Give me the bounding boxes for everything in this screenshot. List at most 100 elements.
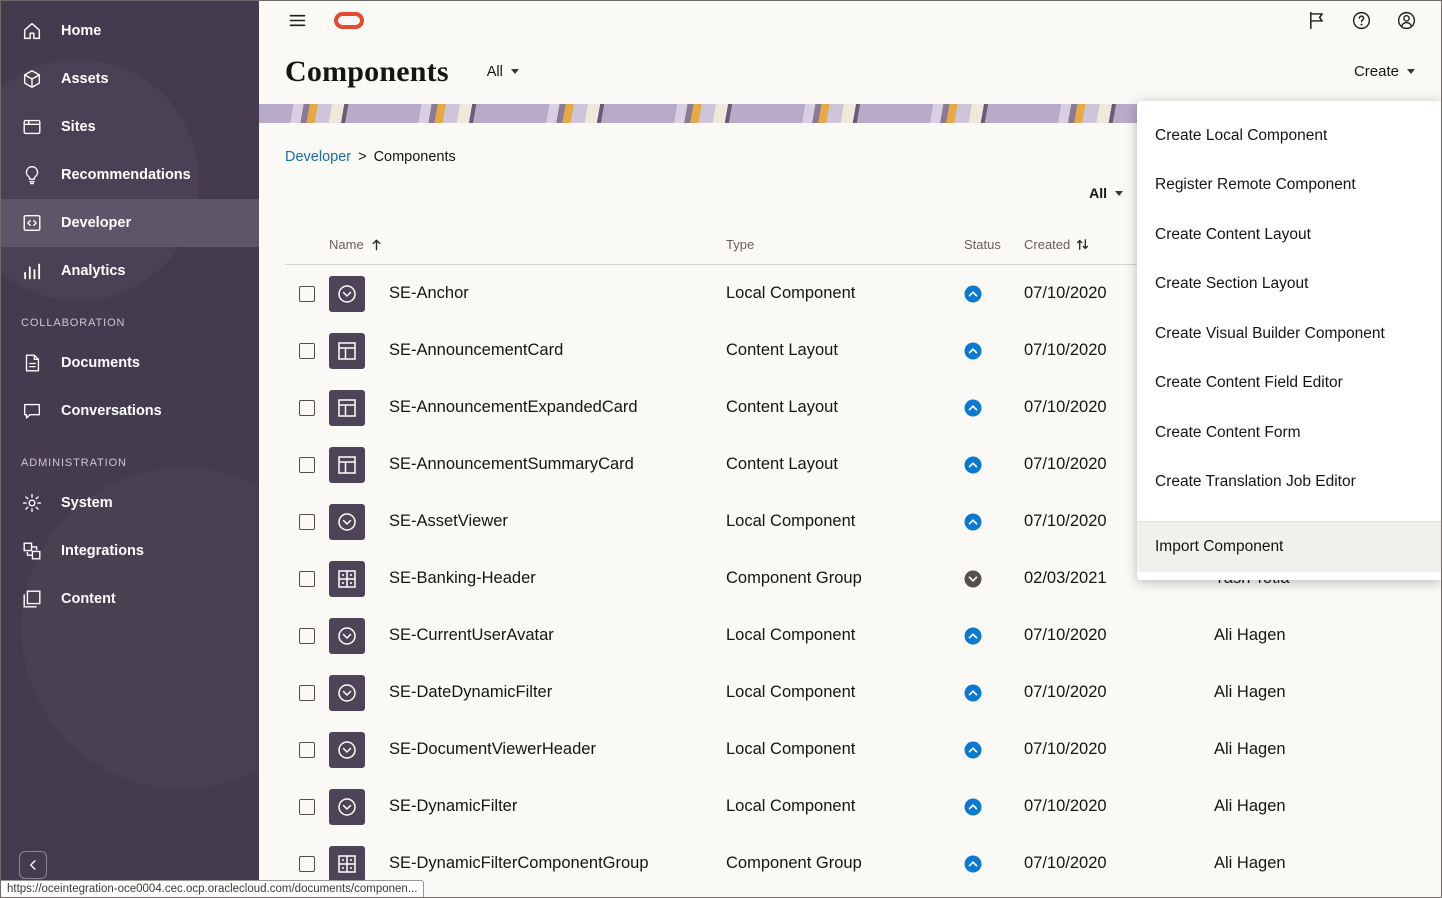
column-header-status[interactable]: Status: [964, 237, 1024, 252]
component-name[interactable]: SE-DateDynamicFilter: [389, 683, 726, 702]
sidebar-item-analytics[interactable]: Analytics: [1, 247, 259, 295]
row-checkbox[interactable]: [299, 285, 315, 302]
hamburger-icon[interactable]: [287, 10, 308, 31]
column-header-type[interactable]: Type: [726, 237, 964, 252]
sidebar-item-home[interactable]: Home: [1, 7, 259, 55]
sidebar-item-sites[interactable]: Sites: [1, 103, 259, 151]
menu-item-create-visual-builder-component[interactable]: Create Visual Builder Component: [1137, 309, 1441, 359]
scope-filter-dropdown[interactable]: All: [487, 64, 519, 80]
sidebar-item-integrations[interactable]: Integrations: [1, 527, 259, 575]
component-name[interactable]: SE-DynamicFilterComponentGroup: [389, 854, 726, 873]
component-type: Content Layout: [726, 455, 838, 473]
breadcrumb-developer-link[interactable]: Developer: [285, 149, 351, 165]
sidebar: Home Assets Sites Recommendations Developer A…: [1, 1, 259, 897]
help-icon[interactable]: [1351, 10, 1372, 31]
row-checkbox[interactable]: [299, 456, 315, 473]
component-name[interactable]: SE-AssetViewer: [389, 512, 726, 531]
menu-item-create-content-layout[interactable]: Create Content Layout: [1137, 210, 1441, 260]
content-layout-icon: [329, 446, 365, 483]
menu-item-create-translation-job-editor[interactable]: Create Translation Job Editor: [1137, 458, 1441, 508]
row-checkbox[interactable]: [299, 684, 315, 701]
component-name[interactable]: SE-DocumentViewerHeader: [389, 740, 726, 759]
sidebar-item-label: Home: [61, 23, 102, 39]
component-group-icon: [329, 845, 365, 882]
menu-item-register-remote-component[interactable]: Register Remote Component: [1137, 161, 1441, 211]
app-window: Home Assets Sites Recommendations Developer A…: [0, 0, 1442, 898]
menu-item-import-component[interactable]: Import Component: [1137, 522, 1441, 572]
documents-icon: [21, 352, 43, 374]
component-type: Local Component: [726, 284, 856, 302]
create-menu-list: Create Local Component Register Remote Co…: [1137, 111, 1441, 507]
component-name[interactable]: SE-DynamicFilter: [389, 797, 726, 816]
table-row[interactable]: SE-DynamicFilterComponentGroup Component …: [285, 835, 1415, 892]
column-name-label: Name: [329, 237, 364, 252]
row-checkbox[interactable]: [299, 570, 315, 587]
component-type: Local Component: [726, 683, 856, 701]
assets-icon: [21, 68, 43, 90]
sidebar-item-developer[interactable]: Developer: [1, 199, 259, 247]
status-down-icon: [964, 570, 982, 588]
list-filter-dropdown[interactable]: All: [1089, 185, 1123, 201]
local-component-icon: [329, 731, 365, 768]
component-name[interactable]: SE-AnnouncementExpandedCard: [389, 398, 726, 417]
column-created-label: Created: [1024, 237, 1071, 252]
table-row[interactable]: SE-DocumentViewerHeader Local Component 07…: [285, 721, 1415, 778]
row-checkbox[interactable]: [299, 399, 315, 416]
sidebar-item-conversations[interactable]: Conversations: [1, 387, 259, 435]
status-up-icon: [964, 855, 982, 873]
conversations-icon: [21, 400, 43, 422]
component-created-by: Ali Hagen: [1214, 626, 1286, 644]
recommendations-icon: [21, 164, 43, 186]
sidebar-item-recommendations[interactable]: Recommendations: [1, 151, 259, 199]
sidebar-item-content[interactable]: Content: [1, 575, 259, 623]
component-created-by: Ali Hagen: [1214, 797, 1286, 815]
component-name[interactable]: SE-CurrentUserAvatar: [389, 626, 726, 645]
sidebar-item-label: Recommendations: [61, 167, 191, 183]
menu-item-create-content-form[interactable]: Create Content Form: [1137, 408, 1441, 458]
sidebar-item-assets[interactable]: Assets: [1, 55, 259, 103]
sidebar-section-label: COLLABORATION: [21, 317, 126, 329]
menu-item-create-section-layout[interactable]: Create Section Layout: [1137, 260, 1441, 310]
chevron-left-icon: [27, 859, 39, 871]
menu-item-create-local-component[interactable]: Create Local Component: [1137, 111, 1441, 161]
sidebar-item-documents[interactable]: Documents: [1, 339, 259, 387]
menu-item-create-content-field-editor[interactable]: Create Content Field Editor: [1137, 359, 1441, 409]
create-button[interactable]: Create: [1354, 63, 1415, 80]
oracle-logo[interactable]: [334, 11, 364, 29]
status-up-icon: [964, 513, 982, 531]
row-checkbox[interactable]: [299, 342, 315, 359]
row-checkbox[interactable]: [299, 513, 315, 530]
topbar: [259, 1, 1441, 39]
page-title: Components: [285, 54, 449, 88]
developer-icon: [21, 212, 43, 234]
breadcrumb-separator: >: [358, 149, 367, 165]
component-created: 07/10/2020: [1024, 740, 1107, 758]
row-checkbox[interactable]: [299, 855, 315, 872]
scope-filter-label: All: [486, 63, 503, 80]
sidebar-collapse-button[interactable]: [19, 851, 47, 879]
account-icon[interactable]: [1396, 10, 1417, 31]
sidebar-item-system[interactable]: System: [1, 479, 259, 527]
table-row[interactable]: SE-CurrentUserAvatar Local Component 07/10…: [285, 607, 1415, 664]
status-up-icon: [964, 285, 982, 303]
sidebar-item-label: Conversations: [61, 403, 162, 419]
column-header-name[interactable]: Name: [329, 237, 726, 252]
table-row[interactable]: SE-DynamicFilter Local Component 07/10/202…: [285, 778, 1415, 835]
component-name[interactable]: SE-Banking-Header: [389, 569, 726, 588]
sidebar-item-label: Documents: [61, 355, 140, 371]
sidebar-item-label: Developer: [61, 215, 132, 231]
row-checkbox[interactable]: [299, 627, 315, 644]
component-name[interactable]: SE-AnnouncementCard: [389, 341, 726, 360]
content-layout-icon: [329, 332, 365, 369]
table-row[interactable]: SE-DateDynamicFilter Local Component 07/10…: [285, 664, 1415, 721]
status-up-icon: [964, 741, 982, 759]
sidebar-item-label: Integrations: [61, 543, 144, 559]
sidebar-nav: Home Assets Sites Recommendations Developer A…: [1, 7, 259, 623]
component-name[interactable]: SE-Anchor: [389, 284, 726, 303]
component-created: 07/10/2020: [1024, 626, 1107, 644]
row-checkbox[interactable]: [299, 798, 315, 815]
component-name[interactable]: SE-AnnouncementSummaryCard: [389, 455, 726, 474]
component-type: Local Component: [726, 797, 856, 815]
flag-icon[interactable]: [1306, 10, 1327, 31]
row-checkbox[interactable]: [299, 741, 315, 758]
